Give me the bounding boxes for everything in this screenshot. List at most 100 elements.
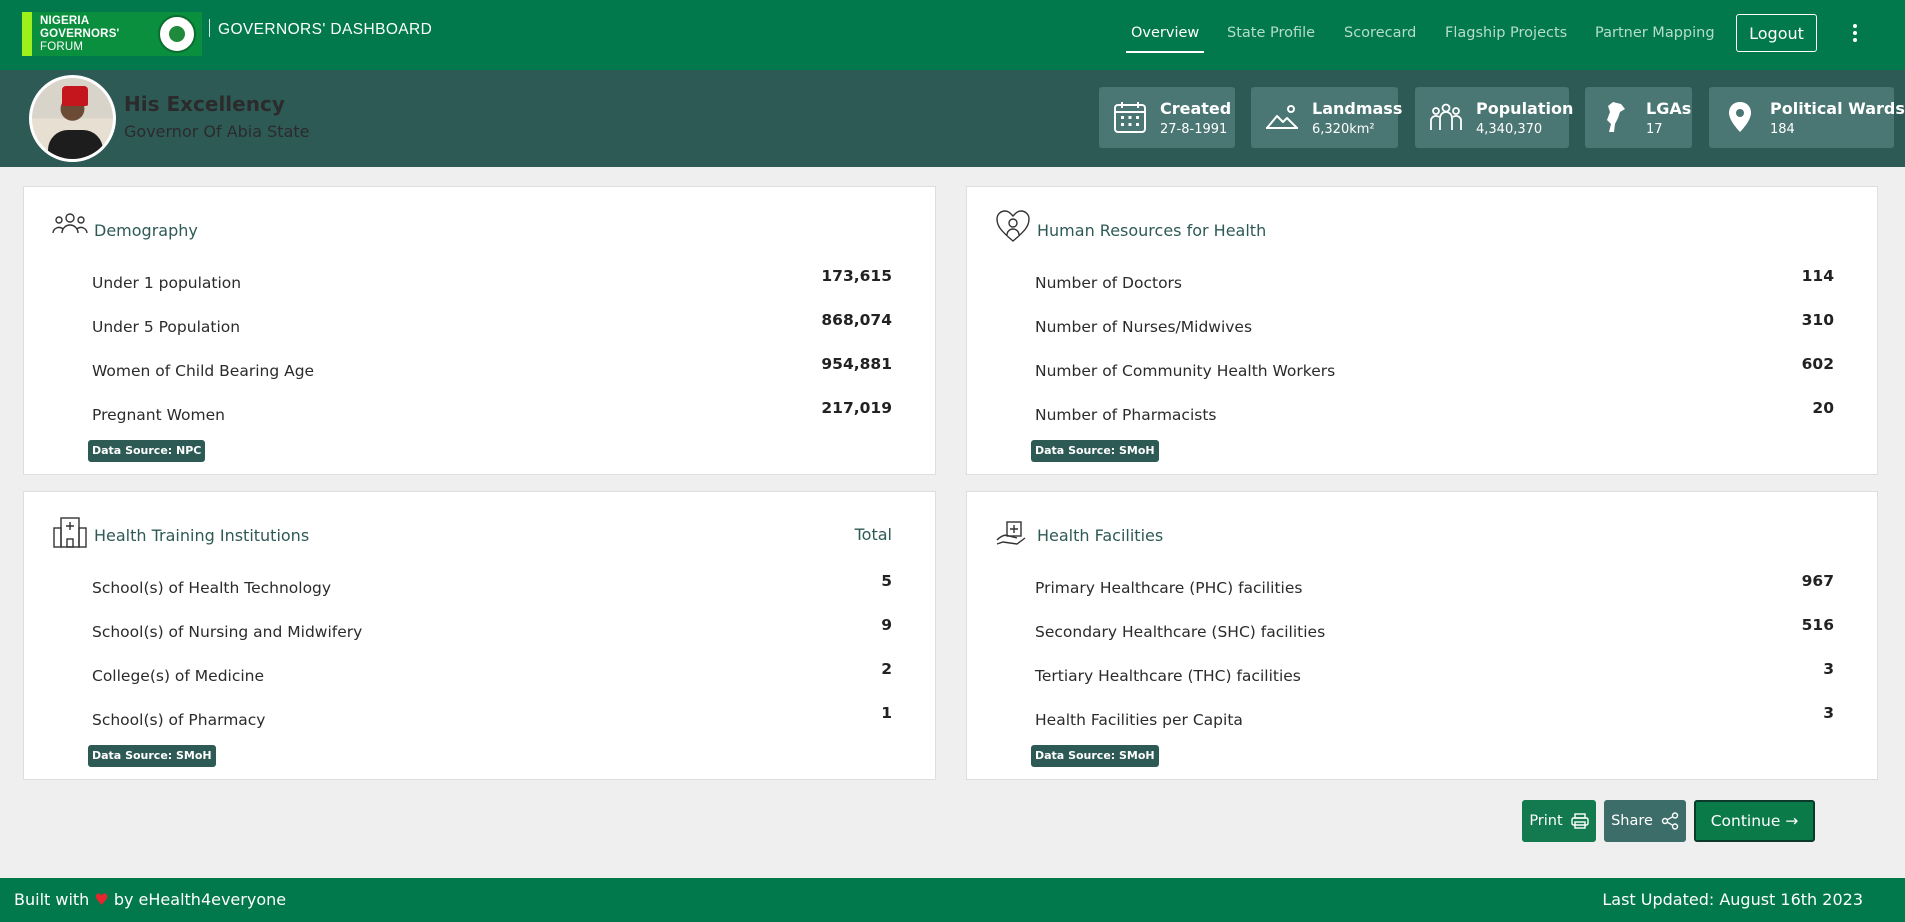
data-source-badge: Data Source: SMoH [1031, 745, 1159, 767]
governor-title: His Excellency [124, 92, 285, 116]
card-human-resources-title: Human Resources for Health [1037, 221, 1267, 240]
row-label: School(s) of Pharmacy [92, 711, 266, 729]
row-value: 9 [881, 616, 892, 634]
stat-population-value: 4,340,370 [1476, 122, 1543, 137]
stat-political-wards-label: Political Wards [1770, 99, 1905, 118]
data-source-badge: Data Source: NPC [88, 440, 206, 462]
row-label: Tertiary Healthcare (THC) facilities [1035, 667, 1301, 685]
row-label: School(s) of Health Technology [92, 579, 332, 597]
stat-created-value: 27-8-1991 [1160, 122, 1228, 137]
row-label: Number of Nurses/Midwives [1035, 318, 1253, 336]
share-label: Share [1611, 813, 1653, 829]
logo-line-2: GOVERNORS' [40, 27, 120, 40]
card-demography: Demography Under 1 population 173,615 Un… [23, 186, 936, 475]
print-button[interactable]: Print [1522, 800, 1596, 842]
built-prefix: Built with [14, 890, 90, 909]
row-value: 967 [1801, 572, 1834, 590]
footer: Built with ♥ by eHealth4everyone Last Up… [0, 878, 1905, 922]
row-value: 1 [881, 704, 892, 722]
stat-population: Population 4,340,370 [1415, 87, 1573, 148]
nav-flagship-projects[interactable]: Flagship Projects [1445, 25, 1567, 41]
card-health-facilities: Health Facilities Primary Healthcare (PH… [966, 491, 1878, 780]
share-button[interactable]: Share [1604, 800, 1686, 842]
heart-icon: ♥ [94, 890, 109, 909]
table-row: Women of Child Bearing Age 954,881 [92, 355, 892, 380]
stat-landmass-value: 6,320km² [1312, 122, 1375, 137]
logo-box: NIGERIA GOVERNORS' FORUM [32, 12, 202, 56]
printer-icon [1570, 813, 1589, 829]
table-row: Pregnant Women 217,019 [92, 399, 892, 424]
stat-landmass-label: Landmass [1312, 99, 1403, 118]
table-row: Secondary Healthcare (SHC) facilities 51… [1035, 616, 1834, 641]
row-label: College(s) of Medicine [92, 667, 265, 685]
data-source-badge: Data Source: SMoH [1031, 440, 1159, 462]
table-row: Health Facilities per Capita 3 [1035, 704, 1834, 729]
nav-partner-mapping[interactable]: Partner Mapping [1595, 25, 1715, 41]
landmass-icon [1266, 105, 1298, 129]
row-label: Number of Doctors [1035, 274, 1183, 292]
row-label: Secondary Healthcare (SHC) facilities [1035, 623, 1326, 641]
logo-wordmark: NIGERIA GOVERNORS' FORUM [40, 15, 120, 54]
table-row: School(s) of Pharmacy 1 [92, 704, 892, 729]
stat-lgas: LGAs 17 [1585, 87, 1692, 148]
logout-button[interactable]: Logout [1736, 14, 1817, 52]
row-value: 3 [1823, 704, 1834, 722]
more-menu-icon[interactable] [1852, 24, 1858, 44]
row-label: Women of Child Bearing Age [92, 362, 315, 380]
table-row: College(s) of Medicine 2 [92, 660, 892, 685]
row-value: 868,074 [821, 311, 892, 329]
row-label: Primary Healthcare (PHC) facilities [1035, 579, 1303, 597]
row-value: 114 [1801, 267, 1834, 285]
card-human-resources: Human Resources for Health Number of Doc… [966, 186, 1878, 475]
continue-button[interactable]: Continue → [1694, 800, 1815, 842]
stat-population-label: Population [1476, 99, 1574, 118]
stat-lgas-value: 17 [1646, 122, 1663, 137]
stat-political-wards: Political Wards 184 [1709, 87, 1905, 148]
governor-avatar [29, 75, 116, 162]
stat-created-label: Created [1160, 99, 1232, 118]
people-group-icon [52, 213, 88, 234]
row-label: Under 5 Population [92, 318, 241, 336]
nav-overview[interactable]: Overview [1125, 25, 1205, 53]
card-demography-title: Demography [94, 221, 198, 240]
location-pin-icon [1729, 102, 1751, 132]
health-facility-icon [996, 521, 1026, 545]
stat-political-wards-value: 184 [1770, 122, 1795, 137]
nav-state-profile[interactable]: State Profile [1227, 25, 1315, 41]
ngf-logo[interactable]: NIGERIA GOVERNORS' FORUM [22, 12, 202, 56]
avatar-cap [62, 86, 88, 106]
table-row: School(s) of Health Technology 5 [92, 572, 892, 597]
logo-line-3: FORUM [40, 40, 84, 53]
row-value: 3 [1823, 660, 1834, 678]
table-row: Under 1 population 173,615 [92, 267, 892, 292]
data-source-badge: Data Source: SMoH [88, 745, 216, 767]
row-value: 5 [881, 572, 892, 590]
print-label: Print [1529, 813, 1563, 829]
built-suffix: by eHealth4everyone [113, 890, 287, 909]
last-updated: Last Updated: August 16th 2023 [1602, 890, 1863, 909]
hospital-building-icon [53, 517, 87, 548]
row-label: Number of Pharmacists [1035, 406, 1217, 424]
dashboard-title: GOVERNORS' DASHBOARD [218, 21, 433, 38]
nav-scorecard[interactable]: Scorecard [1344, 25, 1416, 41]
column-header-total: Total [854, 525, 892, 544]
row-value: 954,881 [821, 355, 892, 373]
row-value: 516 [1801, 616, 1834, 634]
row-value: 2 [881, 660, 892, 678]
population-icon [1430, 103, 1462, 130]
built-with-credit: Built with ♥ by eHealth4everyone [14, 890, 286, 909]
top-navbar: NIGERIA GOVERNORS' FORUM GOVERNORS' DASH… [0, 0, 1905, 70]
stat-lgas-label: LGAs [1646, 99, 1692, 118]
row-value: 20 [1812, 399, 1834, 417]
table-row: Tertiary Healthcare (THC) facilities 3 [1035, 660, 1834, 685]
coat-of-arms-icon [158, 15, 196, 53]
stat-created: Created 27-8-1991 [1099, 87, 1235, 148]
row-label: Health Facilities per Capita [1035, 711, 1243, 729]
row-value: 217,019 [821, 399, 892, 417]
calendar-icon [1114, 102, 1146, 133]
table-row: Number of Pharmacists 20 [1035, 399, 1834, 424]
table-row: Under 5 Population 868,074 [92, 311, 892, 336]
row-value: 173,615 [821, 267, 892, 285]
share-icon [1661, 812, 1679, 830]
row-label: Number of Community Health Workers [1035, 362, 1336, 380]
